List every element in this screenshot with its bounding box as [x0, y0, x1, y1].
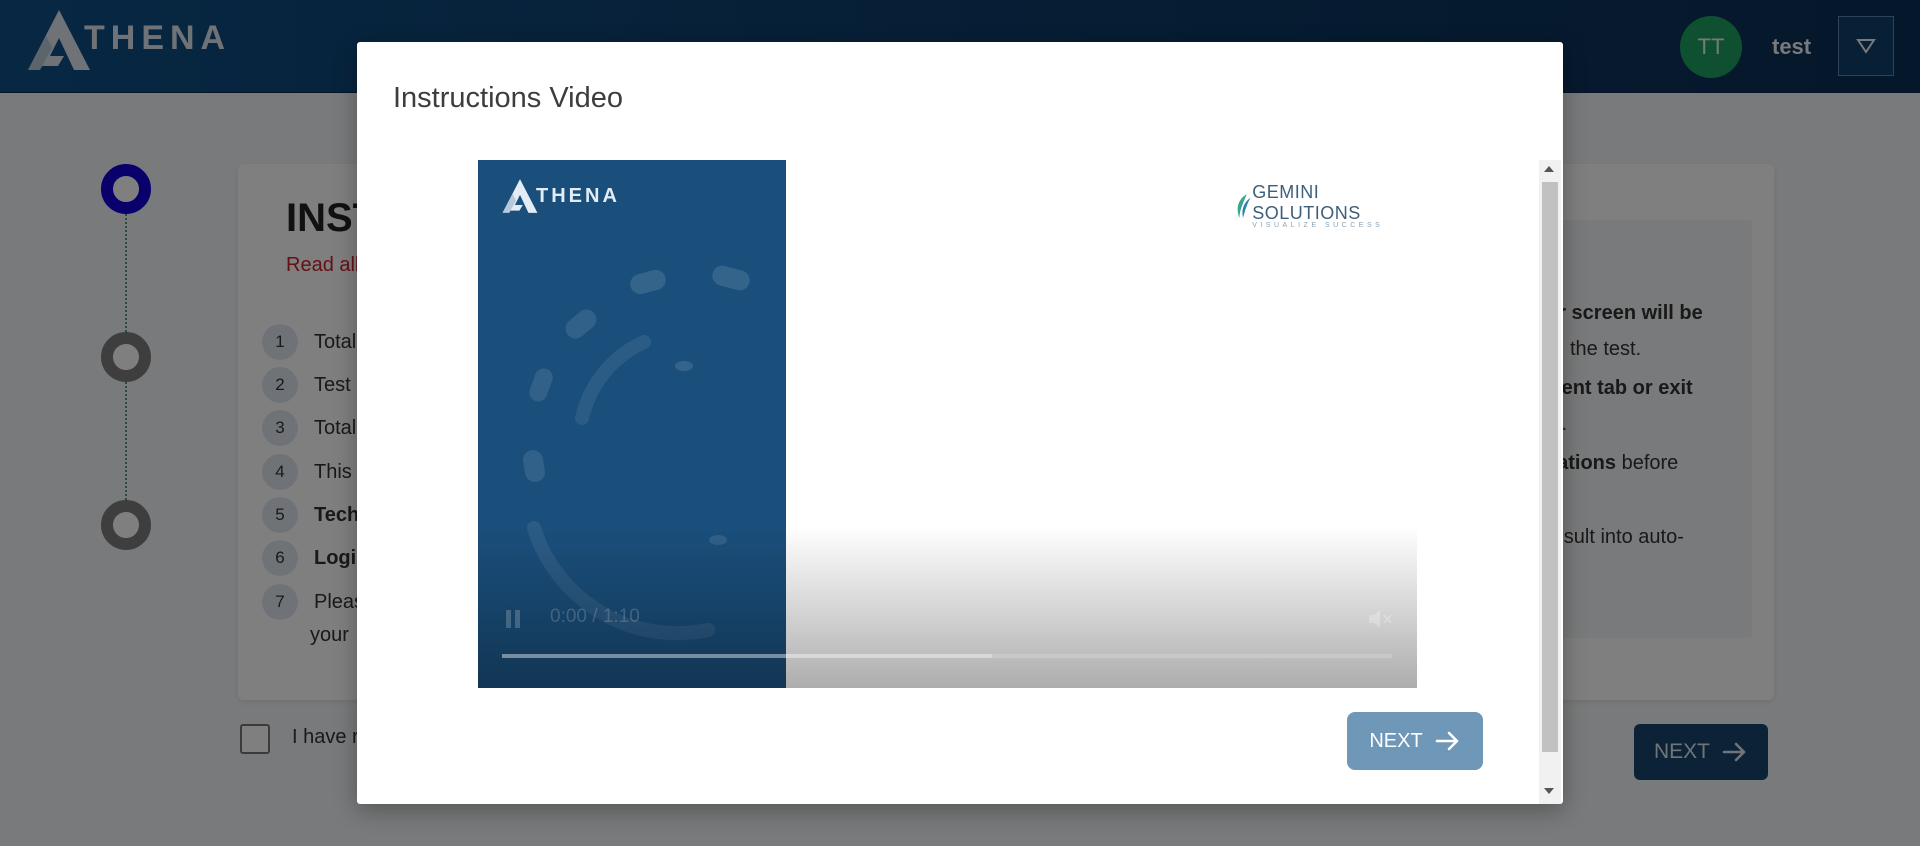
pause-icon[interactable]: [504, 608, 524, 632]
gemini-solutions-logo: GEMINI SOLUTIONS VISUALIZE SUCCESS: [1234, 182, 1417, 229]
gemini-logo-text-block: GEMINI SOLUTIONS VISUALIZE SUCCESS: [1252, 182, 1417, 229]
modal-scrollbar[interactable]: [1539, 160, 1561, 804]
scroll-down-arrow-icon[interactable]: [1544, 788, 1554, 794]
video-athena-logo: THENA: [500, 178, 620, 214]
modal-next-button[interactable]: NEXT: [1347, 712, 1483, 770]
video-progress-fill: [502, 654, 992, 658]
gemini-logo-tagline: VISUALIZE SUCCESS: [1252, 222, 1384, 229]
arrow-right-icon: [1435, 731, 1458, 751]
modal-title: Instructions Video: [393, 82, 623, 114]
video-time-display: 0:00 / 1:10: [550, 606, 640, 627]
leaf-icon: [1237, 193, 1251, 218]
video-progress-bar[interactable]: [502, 654, 1392, 658]
volume-muted-icon[interactable]: [1366, 606, 1394, 632]
gemini-logo-name: GEMINI SOLUTIONS: [1252, 182, 1361, 223]
modal-body: THENA GEMINI SOLUTIONS VISUALIZE SUCCESS…: [357, 160, 1563, 804]
scrollbar-thumb[interactable]: [1542, 182, 1558, 752]
instructions-video-modal: Instructions Video THENA GEMINI SOLUTION…: [357, 42, 1563, 804]
scroll-up-arrow-icon[interactable]: [1544, 166, 1554, 172]
video-logo-text: THENA: [536, 185, 620, 207]
modal-next-label: NEXT: [1369, 729, 1423, 752]
instructions-video-player[interactable]: THENA GEMINI SOLUTIONS VISUALIZE SUCCESS…: [478, 160, 1417, 688]
athena-logo-icon: [502, 179, 538, 213]
